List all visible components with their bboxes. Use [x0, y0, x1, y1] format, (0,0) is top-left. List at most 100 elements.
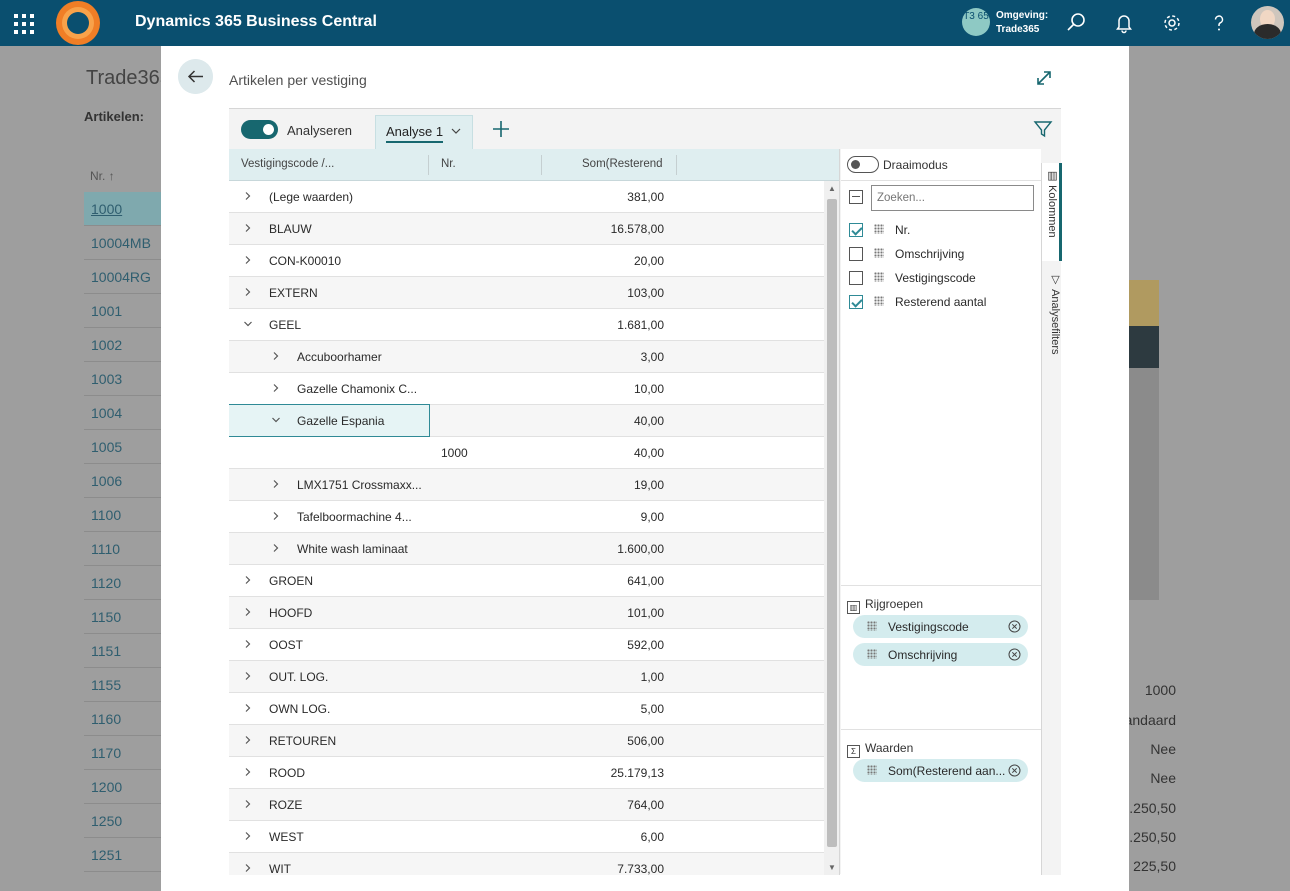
background-list-item[interactable]: 1002	[84, 328, 164, 362]
row-label-cell[interactable]: Accuboorhamer	[229, 341, 429, 372]
bell-icon[interactable]	[1112, 11, 1136, 35]
row-label-cell[interactable]: CON-K00010	[229, 245, 429, 276]
remove-icon[interactable]	[1008, 648, 1021, 661]
table-row[interactable]: Tafelboormachine 4... 9,00	[229, 501, 824, 533]
background-list-item[interactable]: 1160	[84, 702, 164, 736]
chevron-right-icon[interactable]	[271, 543, 281, 553]
table-row[interactable]: HOOFD 101,00	[229, 597, 824, 629]
background-list-item[interactable]: 1250	[84, 804, 164, 838]
column-header-sum-remaining[interactable]: Som(Resterend	[582, 158, 663, 170]
row-label-cell[interactable]: OUT. LOG.	[229, 661, 429, 692]
background-list-item[interactable]: 1200	[84, 770, 164, 804]
chevron-right-icon[interactable]	[243, 255, 253, 265]
scroll-up-icon[interactable]: ▲	[828, 184, 836, 193]
chevron-down-icon[interactable]	[450, 125, 462, 137]
chevron-right-icon[interactable]	[271, 383, 281, 393]
row-label-cell[interactable]: OWN LOG.	[229, 693, 429, 724]
background-list-item[interactable]: 1251	[84, 838, 164, 872]
table-row[interactable]: BLAUW 16.578,00	[229, 213, 824, 245]
chevron-right-icon[interactable]	[243, 767, 253, 777]
gear-icon[interactable]	[1160, 11, 1184, 35]
row-label-cell[interactable]: Gazelle Chamonix C...	[229, 373, 429, 404]
background-list-item[interactable]: 1170	[84, 736, 164, 770]
row-label-cell[interactable]: GROEN	[229, 565, 429, 596]
user-avatar[interactable]	[1251, 6, 1284, 39]
row-label-cell[interactable]: Gazelle Espania	[229, 404, 430, 437]
table-row[interactable]: (Lege waarden) 381,00	[229, 181, 824, 213]
remove-icon[interactable]	[1008, 764, 1021, 777]
expand-icon[interactable]	[1034, 68, 1054, 88]
add-tab-icon[interactable]	[491, 119, 511, 139]
chevron-right-icon[interactable]	[243, 639, 253, 649]
background-list-item[interactable]: 1100	[84, 498, 164, 532]
select-all-checkbox[interactable]	[849, 190, 863, 204]
tab-columns[interactable]: ▥ Kolommen	[1042, 163, 1062, 261]
table-row[interactable]: ROZE 764,00	[229, 789, 824, 821]
scroll-down-icon[interactable]: ▼	[828, 863, 836, 872]
background-list-item[interactable]: 10004MB	[84, 226, 164, 260]
chevron-right-icon[interactable]	[243, 703, 253, 713]
table-row[interactable]: CON-K00010 20,00	[229, 245, 824, 277]
chevron-right-icon[interactable]	[243, 831, 253, 841]
remove-icon[interactable]	[1008, 620, 1021, 633]
drag-handle-icon[interactable]	[874, 248, 884, 258]
row-label-cell[interactable]	[229, 437, 429, 468]
search-icon[interactable]	[1064, 11, 1088, 35]
row-label-cell[interactable]: WEST	[229, 821, 429, 852]
chevron-right-icon[interactable]	[243, 863, 253, 873]
field-item[interactable]: Resterend aantal	[849, 293, 1039, 313]
table-row[interactable]: White wash laminaat 1.600,00	[229, 533, 824, 565]
chevron-right-icon[interactable]	[243, 799, 253, 809]
column-header-nr[interactable]: Nr.	[441, 158, 456, 170]
analyze-toggle[interactable]	[241, 120, 278, 139]
row-label-cell[interactable]: EXTERN	[229, 277, 429, 308]
row-label-cell[interactable]: GEEL	[229, 309, 429, 340]
background-list-item[interactable]: 1003	[84, 362, 164, 396]
chevron-right-icon[interactable]	[271, 479, 281, 489]
chevron-right-icon[interactable]	[243, 735, 253, 745]
background-list-item[interactable]: 1155	[84, 668, 164, 702]
chevron-right-icon[interactable]	[243, 191, 253, 201]
field-pill[interactable]: Vestigingscode	[853, 615, 1028, 638]
row-label-cell[interactable]: RETOUREN	[229, 725, 429, 756]
table-row[interactable]: 1000 40,00	[229, 437, 824, 469]
background-list-item[interactable]: 1110	[84, 532, 164, 566]
chevron-right-icon[interactable]	[243, 287, 253, 297]
drag-handle-icon[interactable]	[874, 296, 884, 306]
chevron-right-icon[interactable]	[271, 511, 281, 521]
drag-handle-icon[interactable]	[867, 649, 877, 659]
back-button[interactable]	[178, 59, 213, 94]
table-row[interactable]: LMX1751 Crossmaxx... 19,00	[229, 469, 824, 501]
table-row[interactable]: WEST 6,00	[229, 821, 824, 853]
background-list-item[interactable]: 1004	[84, 396, 164, 430]
table-row[interactable]: GEEL 1.681,00	[229, 309, 824, 341]
field-item[interactable]: Vestigingscode	[849, 269, 1039, 289]
field-checkbox[interactable]	[849, 223, 863, 237]
background-list-item[interactable]: 1000	[84, 192, 164, 226]
pivot-mode-toggle[interactable]	[847, 156, 879, 173]
row-label-cell[interactable]: HOOFD	[229, 597, 429, 628]
row-label-cell[interactable]: ROOD	[229, 757, 429, 788]
chevron-right-icon[interactable]	[243, 575, 253, 585]
field-checkbox[interactable]	[849, 247, 863, 261]
environment-info[interactable]: Omgeving: Trade365	[996, 9, 1048, 37]
tab-analysis-filters[interactable]: ▽ Analysefilters	[1042, 267, 1062, 377]
table-row[interactable]: Gazelle Chamonix C... 10,00	[229, 373, 824, 405]
table-row[interactable]: WIT 7.733,00	[229, 853, 824, 875]
table-row[interactable]: ROOD 25.179,13	[229, 757, 824, 789]
table-row[interactable]: OOST 592,00	[229, 629, 824, 661]
row-label-cell[interactable]: WIT	[229, 853, 429, 875]
field-pill[interactable]: Omschrijving	[853, 643, 1028, 666]
background-list-item[interactable]: 1005	[84, 430, 164, 464]
table-row[interactable]: Accuboorhamer 3,00	[229, 341, 824, 373]
background-list-item[interactable]: 1001	[84, 294, 164, 328]
chevron-right-icon[interactable]	[243, 607, 253, 617]
table-row[interactable]: OUT. LOG. 1,00	[229, 661, 824, 693]
row-label-cell[interactable]: LMX1751 Crossmaxx...	[229, 469, 429, 500]
chevron-right-icon[interactable]	[271, 351, 281, 361]
grid-scrollbar[interactable]: ▲ ▼	[824, 181, 839, 875]
background-list-item[interactable]: 10004RG	[84, 260, 164, 294]
field-pill[interactable]: Som(Resterend aan...	[853, 759, 1028, 782]
environment-badge[interactable]: T3 65	[962, 8, 990, 36]
table-row[interactable]: Gazelle Espania 40,00	[229, 404, 824, 437]
